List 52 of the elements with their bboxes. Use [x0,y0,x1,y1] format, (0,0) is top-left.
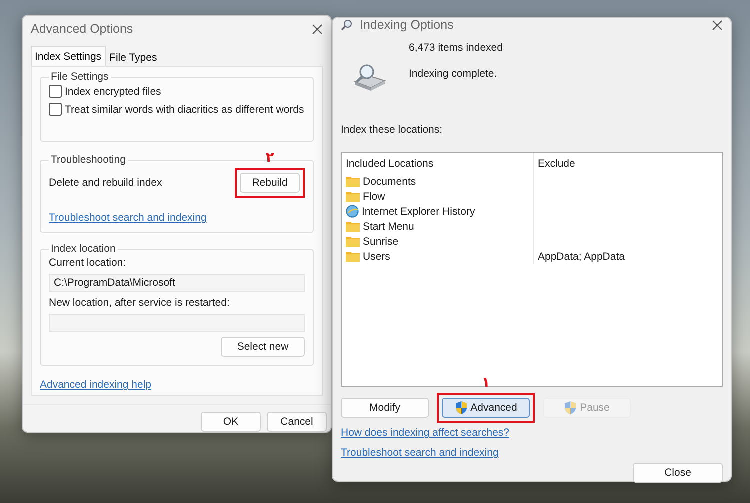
globe-icon [346,205,359,218]
tab[interactable]: Index Settings [31,46,106,66]
rebuild-button[interactable]: Rebuild [240,173,300,193]
description-text: Delete and rebuild index [49,177,162,189]
location-item[interactable]: Start Menu [342,219,534,234]
location-item[interactable]: Documents [342,174,534,189]
magnifier-icon [341,18,354,32]
group-label: Index location [50,243,117,255]
annotation-number: ۲ [266,150,274,166]
field-label: New location, after service is restarted: [49,297,231,309]
dialog-button[interactable]: OK [201,412,261,432]
folder-icon [346,221,360,232]
close-icon[interactable] [312,24,323,34]
tab[interactable]: File Types [106,49,162,66]
group-label: Troubleshooting [50,154,127,166]
troubleshoot-link[interactable]: Troubleshoot search and indexing [49,212,207,224]
action-button[interactable]: Modify [341,398,429,418]
location-item[interactable]: Users [342,249,534,264]
select-new-button[interactable]: Select new [221,337,305,357]
column-header: Included Locations [342,153,534,174]
folder-icon [346,176,360,187]
help-link[interactable]: Advanced indexing help [40,379,152,391]
folder-icon [346,191,360,202]
field-label: Current location: [49,257,128,269]
drive-search-icon [353,62,387,92]
location-field[interactable]: C:\ProgramData\Microsoft [49,274,305,292]
shield-icon [454,401,468,415]
window-title: Advanced Options [31,22,134,36]
location-item[interactable]: Flow [342,189,534,204]
checkbox[interactable] [49,85,62,98]
checkbox[interactable] [49,103,62,116]
column-header: Exclude [537,157,576,172]
folder-icon [346,251,360,262]
checkbox-label: Treat similar words with diacritics as different words [65,104,304,116]
shield-icon [564,401,578,415]
checkbox-label: Index encrypted files [65,86,162,98]
group-label: File Settings [50,71,110,83]
status-text: Indexing complete. [409,68,498,80]
location-item[interactable]: Internet Explorer History [342,204,534,219]
dialog-button[interactable]: Cancel [267,412,327,432]
annotation-number: ۱ [482,375,490,391]
action-button[interactable]: Advanced [442,398,530,418]
help-link[interactable]: How does indexing affect searches? [341,427,510,439]
close-button[interactable]: Close [633,463,723,483]
close-icon[interactable] [712,20,723,30]
help-link[interactable]: Troubleshoot search and indexing [341,447,499,459]
items-count: 6,473 items indexed [409,42,503,54]
window-title: Indexing Options [360,18,455,32]
location-item[interactable]: Sunrise [342,234,534,249]
exclude-text: AppData; AppData [538,250,625,262]
folder-icon [346,236,360,247]
section-label: Index these locations: [341,124,444,136]
